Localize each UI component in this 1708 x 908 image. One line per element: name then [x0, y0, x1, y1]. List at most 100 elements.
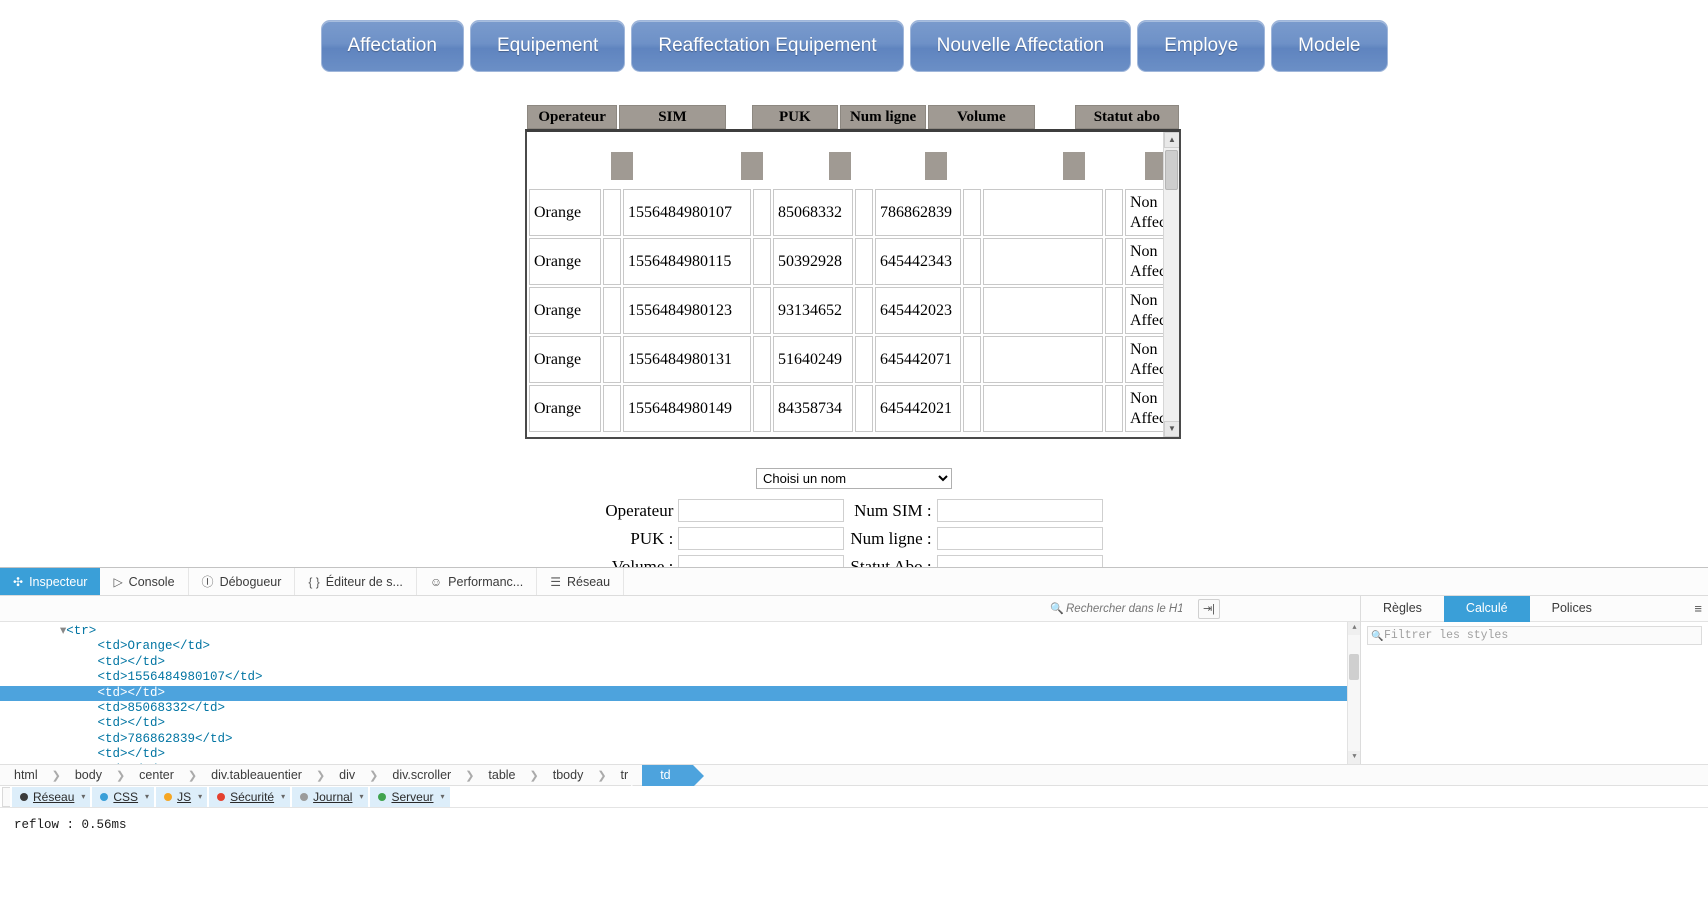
chevron-down-icon[interactable]: ▾	[281, 792, 285, 801]
cell-volume[interactable]	[983, 238, 1103, 285]
cell-volume[interactable]	[983, 385, 1103, 432]
sim-table-scroller[interactable]: Orange 1556484980107 85068332 786862839 Non …	[525, 129, 1181, 439]
column-resize-handle-1[interactable]	[741, 152, 763, 180]
table-header-operateur[interactable]: Operateur	[527, 105, 618, 129]
nav-button-equipement[interactable]: Equipement	[469, 20, 626, 72]
cell-spacer[interactable]	[963, 336, 981, 383]
cell-spacer[interactable]	[855, 336, 873, 383]
cell-spacer[interactable]	[603, 287, 621, 334]
chevron-down-icon[interactable]: ▾	[198, 792, 202, 801]
cell-puk[interactable]: 84358734	[773, 385, 853, 432]
cell-sim[interactable]: 1556484980123	[623, 287, 751, 334]
dom-scroll-up-icon[interactable]: ▲	[1348, 622, 1360, 635]
cell-spacer[interactable]	[753, 336, 771, 383]
styles-tab-r-gles[interactable]: Règles	[1361, 596, 1444, 622]
breadcrumb-item-div[interactable]: div	[325, 765, 369, 786]
table-header-statut-abo[interactable]: Statut abo	[1074, 105, 1179, 129]
cell-sim[interactable]: 1556484980115	[623, 238, 751, 285]
cell-spacer[interactable]	[1105, 238, 1123, 285]
chevron-down-icon[interactable]: ▾	[359, 792, 363, 801]
dom-node[interactable]: <td></td>	[0, 747, 1360, 762]
dom-node[interactable]: <td>85068332</td>	[0, 701, 1360, 716]
breadcrumb-item-html[interactable]: html	[0, 765, 52, 786]
devtools-tab-d-bogueur[interactable]: Ⓘ Débogueur	[189, 568, 296, 595]
cell-spacer[interactable]	[855, 189, 873, 236]
cell-num-ligne[interactable]: 645442023	[875, 287, 961, 334]
cell-spacer[interactable]	[753, 385, 771, 432]
cell-spacer[interactable]	[963, 238, 981, 285]
dom-search-input[interactable]	[1052, 599, 1184, 618]
styles-tab-polices[interactable]: Polices	[1530, 596, 1614, 622]
breadcrumb-item-td[interactable]: td	[631, 764, 705, 787]
breadcrumb-item-tbody[interactable]: tbody	[539, 765, 598, 786]
cell-sim[interactable]: 1556484980149	[623, 385, 751, 432]
table-row[interactable]: Orange 1556484980131 51640249 645442071 Non …	[529, 336, 1179, 383]
cell-num-ligne[interactable]: 645442021	[875, 385, 961, 432]
cell-spacer[interactable]	[1105, 336, 1123, 383]
cell-num-ligne[interactable]: 645442343	[875, 238, 961, 285]
name-select[interactable]: Choisi un nom	[756, 468, 952, 489]
table-row[interactable]: Orange 1556484980115 50392928 645442343 Non …	[529, 238, 1179, 285]
cell-operateur[interactable]: Orange	[529, 238, 601, 285]
cell-puk[interactable]: 51640249	[773, 336, 853, 383]
table-header-volume[interactable]: Volume	[928, 105, 1035, 129]
dom-node[interactable]: ▾<tr>	[0, 624, 1360, 639]
cell-operateur[interactable]: Orange	[529, 189, 601, 236]
table-row[interactable]: Orange 1556484980123 93134652 645442023 Non …	[529, 287, 1179, 334]
cell-sim[interactable]: 1556484980131	[623, 336, 751, 383]
console-filter-journal[interactable]: Journal ▾	[292, 786, 369, 807]
scrollbar-thumb[interactable]	[1165, 150, 1178, 190]
dom-node[interactable]: <td>786862839</td>	[0, 732, 1360, 747]
console-filter-s-curit-[interactable]: Sécurité ▾	[209, 786, 291, 807]
console-filter-js[interactable]: JS ▾	[156, 786, 208, 807]
num-sim-input[interactable]	[936, 499, 1103, 522]
cell-spacer[interactable]	[855, 238, 873, 285]
cell-puk[interactable]: 93134652	[773, 287, 853, 334]
breadcrumb-item-table[interactable]: table	[474, 765, 529, 786]
dom-node[interactable]: <td></td>	[0, 716, 1360, 731]
expand-pane-icon[interactable]: ≡	[1688, 596, 1708, 622]
cell-spacer[interactable]	[603, 189, 621, 236]
scroll-down-arrow-icon[interactable]: ▼	[1164, 421, 1179, 437]
cell-operateur[interactable]: Orange	[529, 336, 601, 383]
volume-input[interactable]	[678, 555, 845, 567]
column-resize-handles[interactable]	[527, 152, 1167, 180]
cell-num-ligne[interactable]: 645442071	[875, 336, 961, 383]
nav-button-modele[interactable]: Modele	[1271, 20, 1388, 72]
dom-node[interactable]: <td>Orange</td>	[0, 639, 1360, 654]
nav-button-employe[interactable]: Employe	[1137, 20, 1266, 72]
cell-spacer[interactable]	[603, 238, 621, 285]
breadcrumb-item-div-scroller[interactable]: div.scroller	[378, 765, 465, 786]
table-vertical-scrollbar[interactable]: ▲ ▼	[1163, 132, 1179, 437]
cell-volume[interactable]	[983, 336, 1103, 383]
table-header-num-ligne[interactable]: Num ligne	[839, 105, 927, 129]
console-filter-serveur[interactable]: Serveur ▾	[370, 786, 450, 807]
cell-num-ligne[interactable]: 786862839	[875, 189, 961, 236]
operateur-input[interactable]	[678, 499, 845, 522]
nav-button-nouvelle-affectation[interactable]: Nouvelle Affectation	[909, 20, 1132, 72]
cell-spacer[interactable]	[1105, 189, 1123, 236]
devtools-tab-r-seau[interactable]: ☰ Réseau	[537, 568, 625, 595]
chevron-down-icon[interactable]: ▾	[81, 792, 85, 801]
cell-puk[interactable]: 85068332	[773, 189, 853, 236]
cell-spacer[interactable]	[753, 238, 771, 285]
devtools-tab-performanc[interactable]: ☺ Performanc...	[417, 568, 538, 595]
split-console-icon[interactable]: ⇥|	[1198, 598, 1220, 619]
cell-spacer[interactable]	[753, 287, 771, 334]
breadcrumb-item-center[interactable]: center	[125, 765, 188, 786]
devtools-tab-inspecteur[interactable]: ✣ Inspecteur	[0, 568, 101, 595]
scroll-up-arrow-icon[interactable]: ▲	[1164, 132, 1179, 148]
console-filter-css[interactable]: CSS ▾	[92, 786, 155, 807]
puk-input[interactable]	[678, 527, 845, 550]
cell-spacer[interactable]	[855, 385, 873, 432]
num-ligne-input[interactable]	[936, 527, 1103, 550]
cell-spacer[interactable]	[855, 287, 873, 334]
cell-spacer[interactable]	[603, 336, 621, 383]
breadcrumb-item-body[interactable]: body	[61, 765, 116, 786]
cell-spacer[interactable]	[1105, 287, 1123, 334]
cell-spacer[interactable]	[963, 189, 981, 236]
table-row[interactable]: Orange 1556484980149 84358734 645442021 Non …	[529, 385, 1179, 432]
cell-operateur[interactable]: Orange	[529, 287, 601, 334]
table-row[interactable]: Orange 1556484980107 85068332 786862839 Non …	[529, 189, 1179, 236]
table-header-puk[interactable]: PUK	[751, 105, 838, 129]
